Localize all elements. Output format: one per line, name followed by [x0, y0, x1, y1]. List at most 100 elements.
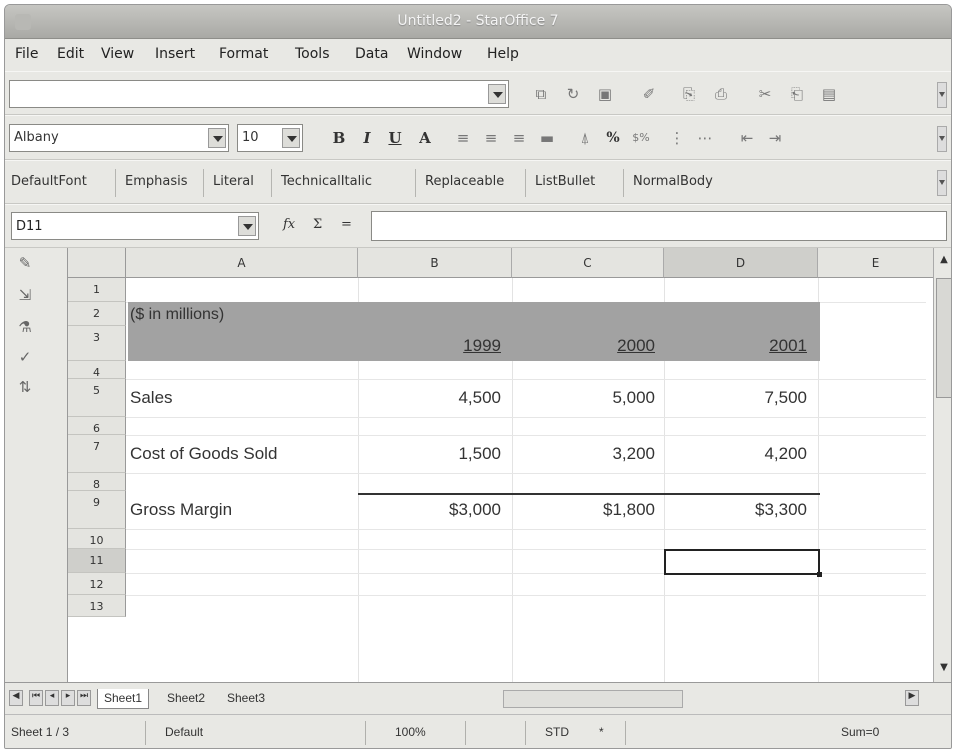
increase-indent-icon[interactable]: ⇥	[763, 126, 787, 150]
url-dropdown-arrow-icon[interactable]	[488, 84, 506, 104]
cell-c3[interactable]: 2000	[617, 336, 655, 356]
row-header[interactable]: 1	[68, 278, 126, 302]
function-icon[interactable]: =	[341, 217, 352, 232]
font-name-dropdown-arrow-icon[interactable]	[208, 128, 226, 148]
style-emphasis[interactable]: Emphasis	[125, 174, 188, 189]
menu-file[interactable]: File	[15, 46, 38, 62]
style-normalbody[interactable]: NormalBody	[633, 174, 713, 189]
cell-a9[interactable]: Gross Margin	[130, 500, 232, 520]
status-zoom[interactable]: 100%	[395, 725, 426, 739]
style-literal[interactable]: Literal	[213, 174, 254, 189]
edit-file-icon[interactable]: ⧉	[529, 82, 553, 106]
spreadsheet-grid[interactable]: A B C D E 1 2 3 4 5 6 7 8 9 10 11 12 13 …	[67, 248, 933, 682]
title-bar[interactable]: Untitled2 - StarOffice 7	[5, 5, 951, 39]
cell-b9[interactable]: $3,000	[449, 500, 501, 520]
paste-icon[interactable]: ▤	[817, 82, 841, 106]
tab-sheet2[interactable]: Sheet2	[161, 689, 211, 709]
column-header-c[interactable]: C	[512, 248, 664, 278]
menu-view[interactable]: View	[101, 46, 134, 62]
align-center-icon[interactable]: ≡	[479, 126, 503, 150]
column-header-e[interactable]: E	[818, 248, 933, 278]
currency-format-icon[interactable]: ⍋	[573, 126, 597, 150]
chart-draw-icon[interactable]: ✎	[15, 254, 35, 274]
style-listbullet[interactable]: ListBullet	[535, 174, 595, 189]
vertical-scrollbar[interactable]: ▲ ▼	[933, 248, 951, 682]
underline-button[interactable]: U	[383, 126, 407, 150]
function-wizard-icon[interactable]: fx	[283, 217, 295, 232]
cell-b7[interactable]: 1,500	[458, 444, 501, 464]
style-technicalitalic[interactable]: TechnicalItalic	[281, 174, 372, 189]
row-header[interactable]: 13	[68, 595, 126, 617]
style-replaceable[interactable]: Replaceable	[425, 174, 504, 189]
cell-c7[interactable]: 3,200	[612, 444, 655, 464]
font-name-combobox[interactable]: Albany	[9, 124, 229, 152]
status-page-style[interactable]: Default	[165, 725, 203, 739]
row-header[interactable]: 9	[68, 491, 126, 529]
cell-a7[interactable]: Cost of Goods Sold	[130, 444, 277, 464]
scroll-down-arrow-icon[interactable]: ▼	[936, 662, 951, 678]
save-icon[interactable]: ▣	[593, 82, 617, 106]
horizontal-scrollbar[interactable]	[695, 690, 925, 708]
style-defaultfont[interactable]: DefaultFont	[11, 174, 87, 189]
row-header[interactable]: 11	[68, 549, 126, 573]
column-header-a[interactable]: A	[126, 248, 358, 278]
scroll-left-icon[interactable]: ◀	[9, 690, 23, 706]
next-sheet-icon[interactable]: ▸	[61, 690, 75, 706]
horizontal-scroll-thumb[interactable]	[503, 690, 683, 708]
row-header[interactable]: 6	[68, 417, 126, 435]
tab-sheet3[interactable]: Sheet3	[221, 689, 271, 709]
cell-a5[interactable]: Sales	[130, 388, 173, 408]
copy-icon[interactable]: ⎗	[785, 82, 809, 106]
cell-b3[interactable]: 1999	[463, 336, 501, 356]
scroll-right-icon[interactable]: ▶	[905, 690, 919, 706]
insert-cells-icon[interactable]: ⇲	[15, 286, 35, 306]
active-cell-cursor[interactable]	[664, 549, 822, 577]
spellcheck-icon[interactable]: ✓	[15, 348, 35, 368]
row-header[interactable]: 10	[68, 529, 126, 549]
mail-icon[interactable]: ✐	[637, 82, 661, 106]
align-right-icon[interactable]: ≡	[507, 126, 531, 150]
cell-d9[interactable]: $3,300	[755, 500, 807, 520]
first-sheet-icon[interactable]: ⏮	[29, 690, 43, 706]
cell-c5[interactable]: 5,000	[612, 388, 655, 408]
scroll-up-arrow-icon[interactable]: ▲	[936, 254, 951, 270]
cell-d3[interactable]: 2001	[769, 336, 807, 356]
vertical-scroll-thumb[interactable]	[936, 278, 951, 398]
row-header[interactable]: 3	[68, 326, 126, 361]
sort-icon[interactable]: ⇅	[15, 378, 35, 398]
select-all-corner[interactable]	[68, 248, 126, 278]
tab-sheet1[interactable]: Sheet1	[97, 689, 150, 709]
prev-sheet-icon[interactable]: ◂	[45, 690, 59, 706]
align-left-icon[interactable]: ≡	[451, 126, 475, 150]
open-icon[interactable]: ↻	[561, 82, 585, 106]
cell-b5[interactable]: 4,500	[458, 388, 501, 408]
row-header[interactable]: 7	[68, 435, 126, 473]
toolbar-overflow-icon[interactable]	[937, 82, 947, 108]
fill-handle[interactable]	[817, 572, 822, 577]
row-header[interactable]: 12	[68, 573, 126, 595]
row-header[interactable]: 5	[68, 379, 126, 417]
menu-data[interactable]: Data	[355, 46, 388, 62]
menu-insert[interactable]: Insert	[155, 46, 195, 62]
font-size-combobox[interactable]: 10	[237, 124, 303, 152]
delete-decimal-icon[interactable]: ⋯	[693, 126, 717, 150]
sum-icon[interactable]: Σ	[313, 217, 322, 232]
formula-input[interactable]	[371, 211, 947, 241]
font-color-icon[interactable]: A	[413, 126, 437, 150]
row-header[interactable]: 2	[68, 302, 126, 326]
cell-c9[interactable]: $1,800	[603, 500, 655, 520]
column-header-d[interactable]: D	[664, 248, 818, 278]
formatting-overflow-icon[interactable]	[937, 126, 947, 152]
cut-icon[interactable]: ✂	[753, 82, 777, 106]
row-header[interactable]: 8	[68, 473, 126, 491]
cell-a2[interactable]: ($ in millions)	[130, 306, 224, 324]
menu-window[interactable]: Window	[407, 46, 462, 62]
column-header-b[interactable]: B	[358, 248, 512, 278]
percent-format-icon[interactable]: %	[601, 126, 625, 150]
print-icon[interactable]: ⎙	[709, 82, 733, 106]
name-box-dropdown-arrow-icon[interactable]	[238, 216, 256, 236]
insert-object-icon[interactable]: ⚗	[15, 318, 35, 338]
standard-format-icon[interactable]: $%	[629, 126, 653, 150]
menu-format[interactable]: Format	[219, 46, 268, 62]
status-mode[interactable]: STD	[545, 725, 569, 739]
